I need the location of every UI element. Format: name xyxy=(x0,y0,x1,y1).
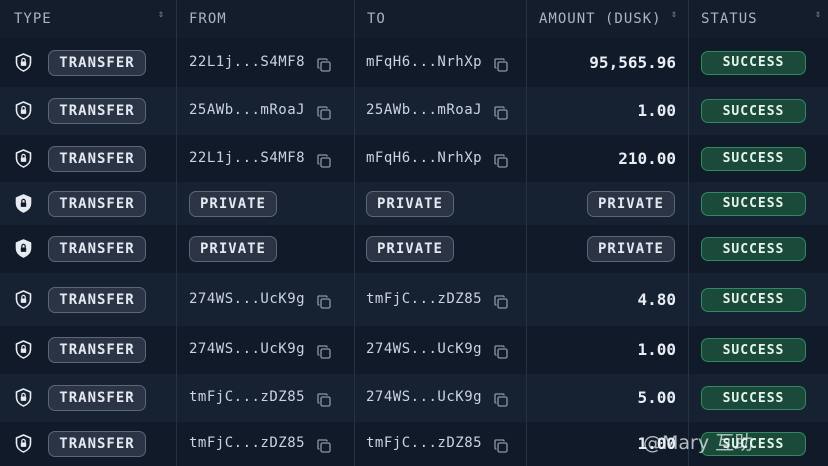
column-header-to: TO xyxy=(367,11,386,27)
from-address-link[interactable]: 22L1j...S4MF8 xyxy=(189,150,305,166)
copy-icon[interactable] xyxy=(494,294,508,309)
column-divider xyxy=(526,0,527,466)
amount-private-badge: PRIVATE xyxy=(587,236,675,262)
shield-lock-icon xyxy=(15,388,32,407)
type-badge[interactable]: TRANSFER xyxy=(48,236,146,262)
column-header-amount[interactable]: AMOUNT (DUSK) xyxy=(539,0,662,38)
type-badge[interactable]: TRANSFER xyxy=(48,190,146,217)
type-badge[interactable]: TRANSFER xyxy=(48,286,146,313)
amount-value: 210.00 xyxy=(618,148,676,168)
amount-value: 4.80 xyxy=(637,289,676,309)
type-badge[interactable]: TRANSFER xyxy=(48,145,146,172)
transactions-table: TYPE ⇕ FROM TO AMOUNT (DUSK) ⇕ STATUS ⇕ … xyxy=(0,0,828,466)
status-badge: SUCCESS xyxy=(701,146,806,171)
status-badge: SUCCESS xyxy=(701,287,806,312)
status-badge: SUCCESS xyxy=(701,50,806,75)
from-address-link[interactable]: 25AWb...mRoaJ xyxy=(189,102,305,118)
table-header: TYPE ⇕ FROM TO AMOUNT (DUSK) ⇕ STATUS ⇕ xyxy=(0,0,828,39)
to-address-link[interactable]: mFqH6...NrhXp xyxy=(366,54,482,70)
copy-icon[interactable] xyxy=(317,392,331,407)
from-address-link[interactable]: tmFjC...zDZ85 xyxy=(189,435,305,451)
table-row[interactable]: TRANSFER 25AWb...mRoaJ 25AWb...mRoaJ 1.00 SU… xyxy=(0,87,828,136)
to-address-link[interactable]: 274WS...UcK9g xyxy=(366,341,482,357)
copy-icon[interactable] xyxy=(317,344,331,359)
column-divider xyxy=(688,0,689,466)
amount-value: 1.00 xyxy=(637,340,676,359)
sort-icon[interactable]: ⇕ xyxy=(670,10,678,20)
status-badge: SUCCESS xyxy=(701,386,806,410)
from-address-link[interactable]: tmFjC...zDZ85 xyxy=(189,389,305,405)
column-header-type[interactable]: TYPE xyxy=(14,0,52,38)
to-address-link[interactable]: 274WS...UcK9g xyxy=(366,389,482,405)
watermark: @Mary 互助 xyxy=(643,432,754,454)
copy-icon[interactable] xyxy=(494,105,508,120)
to-address-link[interactable]: tmFjC...zDZ85 xyxy=(366,435,482,451)
column-header-from: FROM xyxy=(189,11,227,27)
amount-private-badge: PRIVATE xyxy=(587,190,675,217)
amount-value: 95,565.96 xyxy=(589,52,676,72)
shield-lock-icon xyxy=(15,289,32,309)
to-address-link[interactable]: mFqH6...NrhXp xyxy=(366,150,482,166)
status-badge: SUCCESS xyxy=(701,99,806,123)
type-badge[interactable]: TRANSFER xyxy=(48,49,146,76)
shield-lock-icon xyxy=(15,340,32,359)
to-address-link[interactable]: tmFjC...zDZ85 xyxy=(366,291,482,307)
amount-value: 1.00 xyxy=(637,101,676,120)
copy-icon[interactable] xyxy=(494,438,508,453)
to-private-badge: PRIVATE xyxy=(366,190,454,217)
column-header-status[interactable]: STATUS xyxy=(701,0,758,38)
table-row[interactable]: TRANSFER PRIVATE PRIVATE PRIVATE SUCCESS xyxy=(0,225,828,274)
shield-lock-icon xyxy=(15,193,32,213)
column-divider xyxy=(176,0,177,466)
table-row[interactable]: TRANSFER 274WS...UcK9g 274WS...UcK9g 1.00 SU… xyxy=(0,326,828,375)
table-row[interactable]: TRANSFER 274WS...UcK9g tmFjC...zDZ85 4.80 SU… xyxy=(0,273,828,327)
copy-icon[interactable] xyxy=(494,153,508,168)
type-badge[interactable]: TRANSFER xyxy=(48,385,146,411)
table-row[interactable]: TRANSFER 22L1j...S4MF8 mFqH6...NrhXp 95,565… xyxy=(0,38,828,88)
copy-icon[interactable] xyxy=(494,344,508,359)
copy-icon[interactable] xyxy=(317,294,331,309)
from-address-link[interactable]: 274WS...UcK9g xyxy=(189,341,305,357)
status-badge: SUCCESS xyxy=(701,237,806,261)
shield-lock-icon xyxy=(15,148,32,168)
amount-value: 5.00 xyxy=(637,388,676,407)
status-badge: SUCCESS xyxy=(701,338,806,362)
shield-lock-icon xyxy=(15,101,32,120)
status-badge: SUCCESS xyxy=(701,191,806,216)
sort-icon[interactable]: ⇕ xyxy=(157,10,165,20)
table-row[interactable]: TRANSFER tmFjC...zDZ85 274WS...UcK9g 5.00 SU… xyxy=(0,374,828,423)
copy-icon[interactable] xyxy=(494,57,508,72)
shield-lock-icon xyxy=(15,239,32,258)
type-badge[interactable]: TRANSFER xyxy=(48,431,146,457)
sort-icon[interactable]: ⇕ xyxy=(814,10,822,20)
copy-icon[interactable] xyxy=(317,438,331,453)
copy-icon[interactable] xyxy=(317,105,331,120)
from-private-badge: PRIVATE xyxy=(189,190,277,217)
copy-icon[interactable] xyxy=(317,57,331,72)
type-badge[interactable]: TRANSFER xyxy=(48,337,146,363)
shield-lock-icon xyxy=(15,434,32,453)
copy-icon[interactable] xyxy=(494,392,508,407)
table-row[interactable]: TRANSFER PRIVATE PRIVATE PRIVATE SUCCESS xyxy=(0,182,828,226)
from-address-link[interactable]: 274WS...UcK9g xyxy=(189,291,305,307)
to-private-badge: PRIVATE xyxy=(366,236,454,262)
shield-lock-icon xyxy=(15,52,32,72)
copy-icon[interactable] xyxy=(317,153,331,168)
table-row[interactable]: TRANSFER 22L1j...S4MF8 mFqH6...NrhXp 210.00… xyxy=(0,135,828,183)
from-address-link[interactable]: 22L1j...S4MF8 xyxy=(189,54,305,70)
column-divider xyxy=(354,0,355,466)
from-private-badge: PRIVATE xyxy=(189,236,277,262)
type-badge[interactable]: TRANSFER xyxy=(48,98,146,124)
to-address-link[interactable]: 25AWb...mRoaJ xyxy=(366,102,482,118)
